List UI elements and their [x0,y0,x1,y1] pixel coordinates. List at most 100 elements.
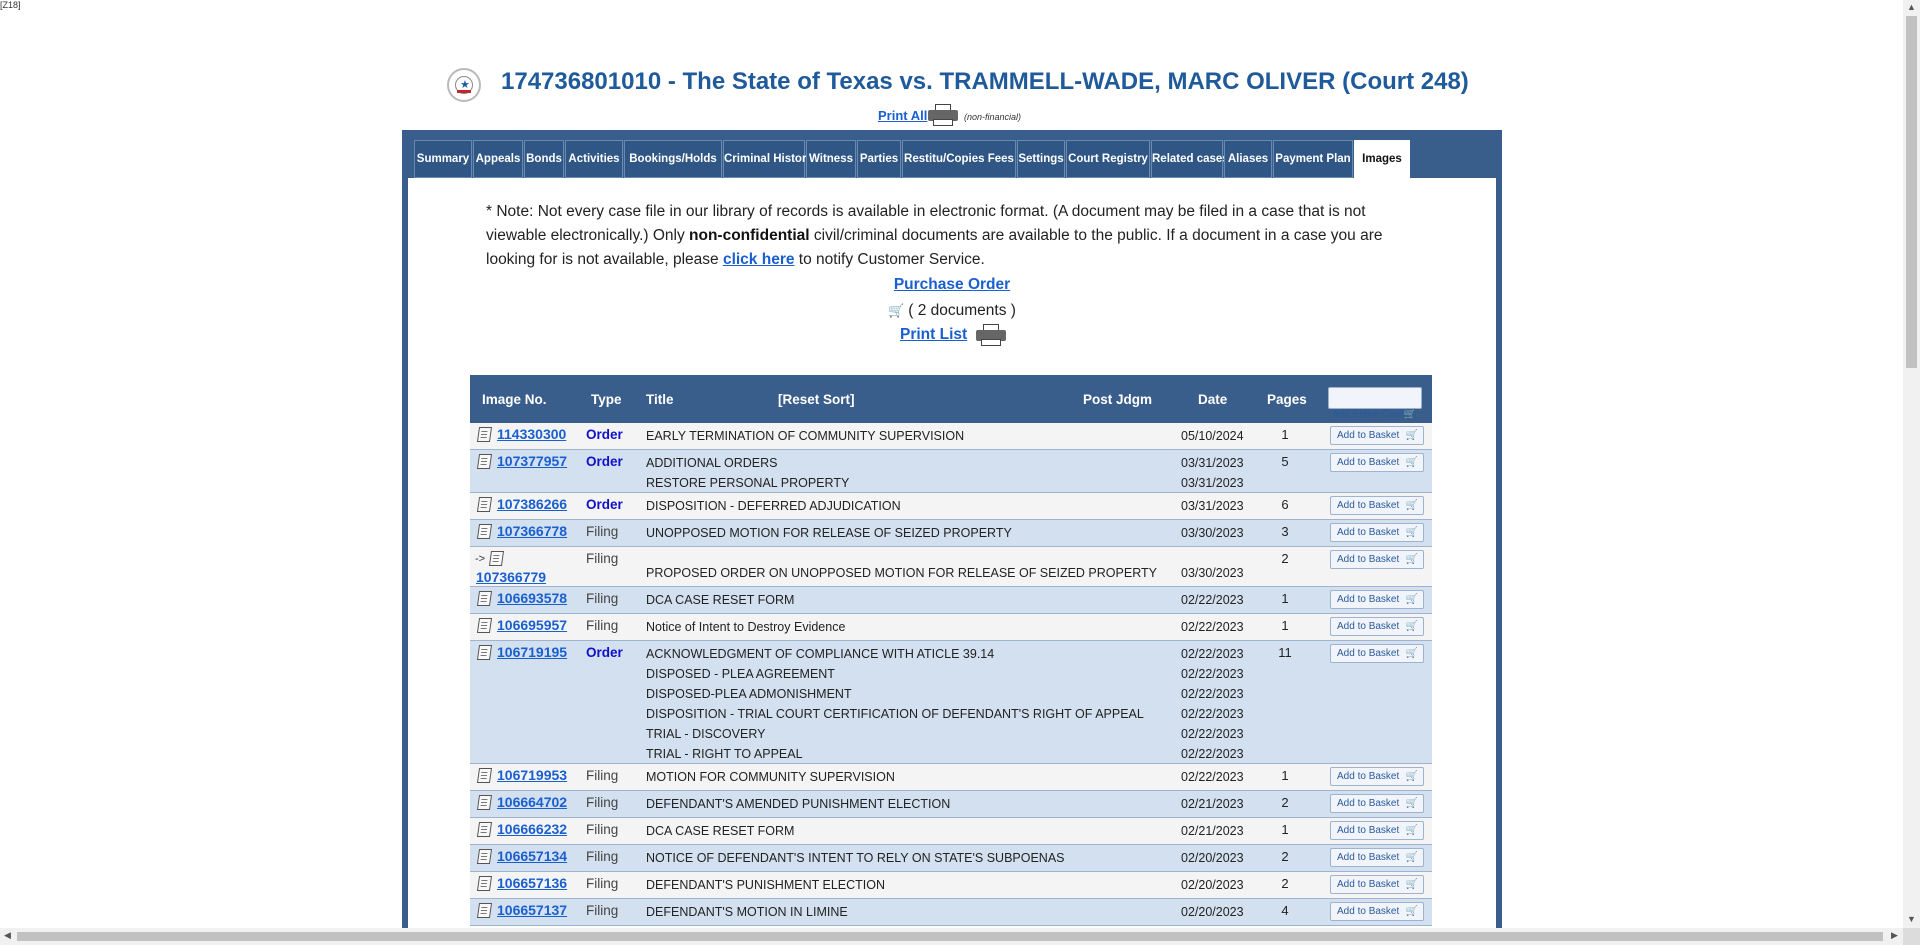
col-post-jdgm[interactable]: Post Jdgm [1083,392,1152,407]
add-to-basket-button[interactable]: Add to Basket 🛒 [1330,496,1424,515]
print-list-row: Print List [408,324,1496,352]
tab-witness[interactable]: Witness [806,140,856,178]
page-count: 1 [1281,768,1289,783]
tab-parties[interactable]: Parties [857,140,901,178]
document-icon[interactable] [476,618,493,633]
document-icon[interactable] [476,454,493,469]
doc-date: 03/30/2023 [1181,566,1244,580]
image-number-link[interactable]: 106657134 [497,848,567,864]
image-number-link[interactable]: 106719195 [497,644,567,660]
tab-bonds[interactable]: Bonds [524,140,564,178]
image-number-link[interactable]: 107366778 [497,523,567,539]
document-icon[interactable] [476,768,493,783]
document-icon[interactable] [476,524,493,539]
scroll-down-arrow-icon[interactable]: ▼ [1907,914,1916,924]
printer-icon[interactable] [976,324,1006,346]
tab-appeals[interactable]: Appeals [473,140,523,178]
image-number-link[interactable]: 114330300 [497,426,566,442]
scroll-up-arrow-icon[interactable]: ▲ [1907,2,1916,12]
image-number-link[interactable]: 107377957 [497,453,567,469]
col-title[interactable]: Title [646,392,674,407]
doc-titles: ADDITIONAL ORDERS RESTORE PERSONAL PROPER… [646,456,849,496]
col-image-no[interactable]: Image No. [482,392,547,407]
document-icon[interactable] [488,551,505,566]
cart-icon: 🛒 [1405,457,1418,468]
add-to-basket-button[interactable]: Add to Basket 🛒 [1330,848,1424,867]
doc-titles: PROPOSED ORDER ON UNOPPOSED MOTION FOR R… [646,566,1157,586]
doc-type: Order [586,454,623,469]
tab-activities[interactable]: Activities [565,140,623,178]
document-icon[interactable] [476,903,493,918]
add-to-basket-button[interactable]: Add to Basket 🛒 [1330,550,1424,569]
page-count: 4 [1281,903,1289,918]
document-icon[interactable] [476,427,493,442]
add-to-basket-button[interactable]: Add to Basket 🛒 [1330,875,1424,894]
document-icon[interactable] [476,822,493,837]
col-pages[interactable]: Pages [1267,392,1307,407]
page-count: 5 [1281,454,1289,469]
add-to-basket-button[interactable]: Add to Basket 🛒 [1330,821,1424,840]
image-number-link[interactable]: 106657136 [497,875,567,891]
image-number-link[interactable]: 106719953 [497,767,567,783]
add-to-basket-label: Add to Basket [1337,879,1400,890]
table-row: 106719195 Order ACKNOWLEDGMENT OF COMPLIAN… [470,641,1432,764]
page-count: 1 [1281,822,1289,837]
doc-titles: NOTICE OF DEFENDANT'S INTENT TO RELY ON … [646,851,1065,871]
vertical-scrollbar[interactable]: ▲ ▼ [1903,0,1920,928]
image-number-link[interactable]: 106693578 [497,590,567,606]
document-icon[interactable] [476,497,493,512]
click-here-link[interactable]: click here [723,251,795,268]
document-icon[interactable] [476,645,493,660]
purchase-order-link[interactable]: Purchase Order [894,276,1010,293]
add-to-basket-button[interactable]: Add to Basket 🛒 [1330,453,1424,472]
add-to-basket-button[interactable]: Add to Basket 🛒 [1330,590,1424,609]
doc-type: Filing [586,591,619,606]
tab-payment-plan[interactable]: Payment Plan [1273,140,1353,178]
add-to-basket-button[interactable]: Add to Basket 🛒 [1330,644,1424,663]
col-date[interactable]: Date [1198,392,1227,407]
add-to-basket-button[interactable]: Add to Basket 🛒 [1330,426,1424,445]
add-to-basket-button[interactable]: Add to Basket 🛒 [1330,767,1424,786]
tab-court-registry[interactable]: Court Registry [1066,140,1150,178]
tab-restitu-copies-fees[interactable]: Restitu/Copies Fees [902,140,1016,178]
document-icon[interactable] [476,849,493,864]
tab-bookings-holds[interactable]: Bookings/Holds [624,140,722,178]
cart-icon: 🛒 [1405,825,1418,836]
tab-criminal-history[interactable]: Criminal History [723,140,813,178]
horizontal-scrollbar[interactable]: ◀ ▶ [0,928,1903,945]
tab-settings[interactable]: Settings [1017,140,1065,178]
scroll-left-arrow-icon[interactable]: ◀ [4,930,11,941]
document-icon[interactable] [476,876,493,891]
add-to-basket-button[interactable]: Add to Basket 🛒 [1330,617,1424,636]
col-type[interactable]: Type [591,392,622,407]
tab-summary[interactable]: Summary [414,140,472,178]
print-list-link[interactable]: Print List [900,326,967,344]
document-icon[interactable] [476,591,493,606]
add-to-basket-button[interactable]: Add to Basket 🛒 [1330,794,1424,813]
image-number-link[interactable]: 107386266 [497,496,567,512]
tab-related-cases[interactable]: Related cases [1151,140,1229,178]
doc-type: Filing [586,849,619,864]
add-to-basket-button[interactable]: Add to Basket 🛒 [1330,523,1424,542]
reset-sort-link[interactable]: [Reset Sort] [778,392,855,407]
scroll-right-arrow-icon[interactable]: ▶ [1891,930,1898,941]
horizontal-scroll-thumb[interactable] [17,932,1883,941]
image-number-link[interactable]: 106695957 [497,617,567,633]
add-to-basket-button[interactable]: Add to Basket 🛒 [1330,902,1424,921]
printer-icon[interactable] [928,104,958,126]
document-icon[interactable] [476,795,493,810]
doc-type: Order [586,645,623,660]
image-number-link[interactable]: 106657137 [497,902,567,918]
print-all-link[interactable]: Print All [878,108,927,123]
vertical-scroll-thumb[interactable] [1906,16,1917,368]
tab-images[interactable]: Images [1354,140,1410,180]
image-number-link[interactable]: 107366779 [476,569,546,585]
add-entire-case-button[interactable]: Add Entire Case 🛒 [1328,387,1422,420]
availability-note: * Note: Not every case file in our libra… [486,203,1383,268]
image-number-link[interactable]: 106664702 [497,794,567,810]
doc-titles: EARLY TERMINATION OF COMMUNITY SUPERVISI… [646,429,964,449]
tab-aliases[interactable]: Aliases [1224,140,1272,178]
image-number-link[interactable]: 106666232 [497,821,567,837]
table-row: 107377957 Order ADDITIONAL ORDERS RESTORE P… [470,450,1432,493]
cart-icon: 🛒 [1405,852,1418,863]
